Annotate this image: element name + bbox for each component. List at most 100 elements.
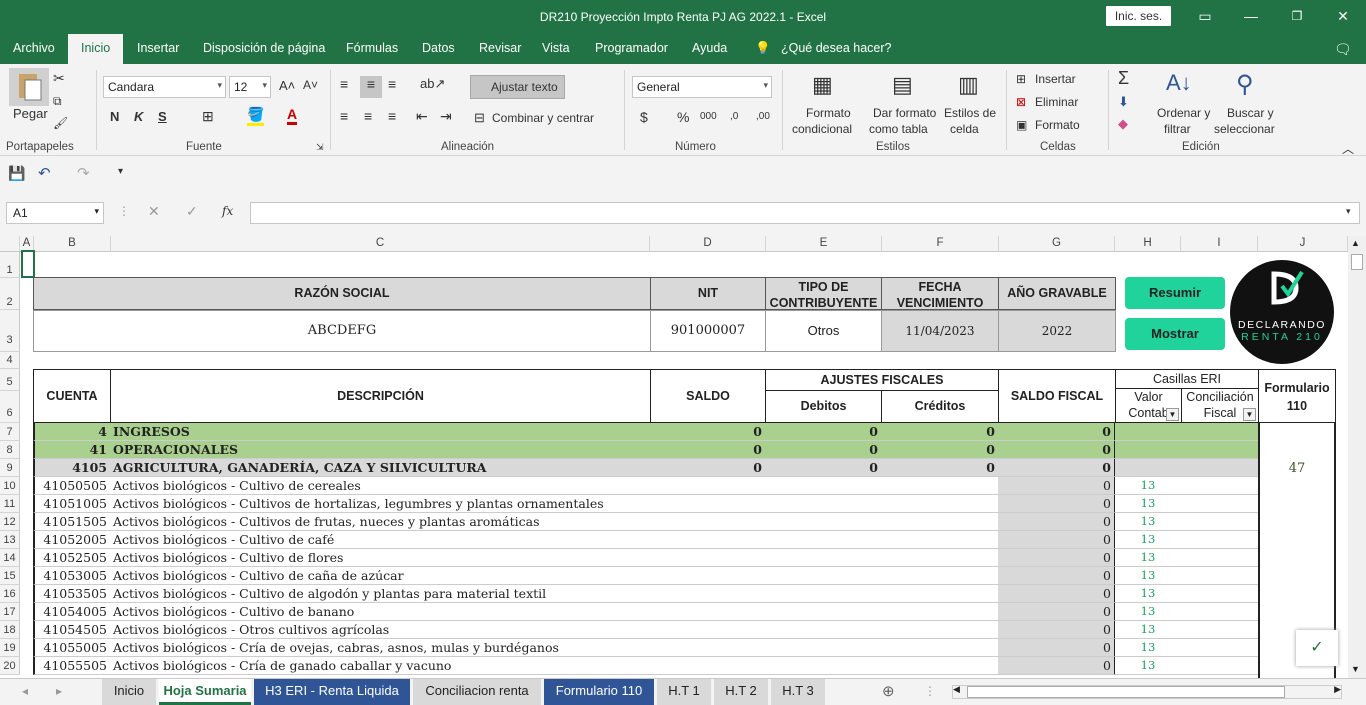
italic-button[interactable]: K (134, 109, 143, 124)
cell-sc[interactable] (650, 477, 766, 495)
scroll-down-icon[interactable]: ▼ (1351, 664, 1360, 674)
formula-input[interactable] (250, 202, 1360, 224)
decrease-decimal-icon[interactable]: ,00 (756, 111, 770, 122)
fill-color-icon[interactable]: 🪣 (247, 106, 265, 126)
row-header[interactable]: 16 (0, 585, 20, 603)
resumir-button[interactable]: Resumir (1125, 277, 1225, 309)
cell-h[interactable]: 13 (1115, 657, 1182, 675)
grow-font-icon[interactable]: A˄ (279, 78, 295, 93)
insert-function-icon[interactable]: fx (222, 204, 233, 218)
cell-cuenta[interactable]: 41054505 (33, 621, 111, 639)
cell-deb[interactable] (765, 567, 882, 585)
cell-cuenta[interactable]: 41053005 (33, 567, 111, 585)
cell-i[interactable] (1181, 441, 1259, 459)
find-label-1[interactable]: Buscar y (1227, 106, 1274, 120)
format-table-label-2[interactable]: como tabla (869, 122, 928, 136)
cell-desc[interactable]: Activos biológicos - Cultivo de algodón … (110, 585, 651, 603)
row-header[interactable]: 11 (0, 495, 20, 513)
cell-sf[interactable]: 0 (998, 441, 1116, 459)
sheet-tab[interactable]: Conciliacion renta (413, 679, 541, 705)
cell-sf[interactable]: 0 (998, 423, 1116, 441)
cell-h[interactable]: 13 (1115, 567, 1182, 585)
cell-sf[interactable]: 0 (998, 639, 1116, 657)
cell-cred[interactable] (881, 477, 999, 495)
cell-cuenta[interactable]: 41052505 (33, 549, 111, 567)
cell-cuenta[interactable]: 41052005 (33, 531, 111, 549)
cell-i[interactable] (1181, 495, 1259, 513)
cell-sc[interactable] (650, 657, 766, 675)
worksheet-grid[interactable]: A B C D E F G H I J 1 2 3 4 5 6 7 8 9 10… (0, 236, 1348, 678)
cell-sc[interactable]: 0 (650, 441, 766, 459)
cell-cuenta[interactable]: 41050505 (33, 477, 111, 495)
scroll-right-icon[interactable]: ▶ (1334, 684, 1341, 695)
row-header[interactable]: 10 (0, 477, 20, 495)
tab-programador[interactable]: Programador (595, 41, 668, 55)
cell-sf[interactable]: 0 (998, 495, 1116, 513)
conditional-format-label-2[interactable]: condicional (792, 122, 852, 136)
cell-i[interactable] (1181, 621, 1259, 639)
shrink-font-icon[interactable]: A˅ (303, 78, 318, 92)
vertical-scroll-thumb[interactable] (1351, 254, 1363, 270)
row-header[interactable]: 19 (0, 639, 20, 657)
cell-cred[interactable]: 0 (881, 441, 999, 459)
cell-desc[interactable]: Activos biológicos - Cría de ganado caba… (110, 657, 651, 675)
add-sheet-icon[interactable]: ⊕ (882, 682, 895, 700)
column-header[interactable]: I (1181, 236, 1258, 252)
tab-formulas[interactable]: Fórmulas (346, 41, 398, 55)
cell-cred[interactable] (881, 585, 999, 603)
tab-revisar[interactable]: Revisar (479, 41, 521, 55)
formulario-value[interactable]: 47 (1258, 461, 1336, 476)
cell-desc[interactable]: Activos biológicos - Cultivos de frutas,… (110, 513, 651, 531)
column-header[interactable]: E (766, 236, 882, 252)
fecha-value[interactable]: 11/04/2023 (881, 310, 999, 352)
nit-value[interactable]: 901000007 (650, 310, 766, 352)
cell-h[interactable]: 13 (1115, 639, 1182, 657)
align-right-icon[interactable]: ≡ (388, 108, 396, 124)
cell-sc[interactable] (650, 603, 766, 621)
cell-cuenta[interactable]: 41055005 (33, 639, 111, 657)
find-select-icon[interactable]: ⚲ (1236, 70, 1254, 99)
cell-h[interactable] (1115, 441, 1182, 459)
tab-split-icon[interactable]: ⋮ (924, 684, 936, 698)
cell-sc[interactable] (650, 549, 766, 567)
cell-i[interactable] (1181, 549, 1259, 567)
row-header[interactable]: 18 (0, 621, 20, 639)
sort-label-2[interactable]: filtrar (1164, 122, 1191, 136)
row-header[interactable]: 9 (0, 459, 20, 477)
filter-dropdown-icon[interactable]: ▼ (1166, 408, 1179, 421)
comments-icon[interactable]: 🗨 (1334, 41, 1352, 58)
expand-formula-icon[interactable]: ▾ (1346, 206, 1351, 217)
cell-deb[interactable] (765, 513, 882, 531)
comma-style-icon[interactable]: 000 (700, 111, 717, 122)
cell-sc[interactable]: 0 (650, 459, 766, 477)
cell-sf[interactable]: 0 (998, 549, 1116, 567)
cell-cred[interactable]: 0 (881, 423, 999, 441)
cell-cred[interactable] (881, 549, 999, 567)
insert-cells-button[interactable]: Insertar (1035, 72, 1076, 86)
column-header[interactable]: C (111, 236, 650, 252)
cell-deb[interactable] (765, 621, 882, 639)
tab-ayuda[interactable]: Ayuda (692, 41, 727, 55)
align-top-icon[interactable]: ≡ (340, 76, 348, 92)
row-header[interactable]: 2 (0, 278, 20, 310)
column-header[interactable]: H (1115, 236, 1181, 252)
row-header[interactable]: 3 (0, 310, 20, 352)
sort-label-1[interactable]: Ordenar y (1157, 106, 1210, 120)
column-header[interactable]: F (882, 236, 999, 252)
row-header[interactable]: 8 (0, 441, 20, 459)
cell-desc[interactable]: OPERACIONALES (110, 441, 651, 459)
row-header[interactable]: 5 (0, 369, 20, 391)
row-header[interactable]: 6 (0, 391, 20, 423)
format-painter-icon[interactable]: 🖌 (53, 116, 68, 130)
find-label-2[interactable]: seleccionar (1214, 122, 1275, 136)
cell-desc[interactable]: Activos biológicos - Cría de ovejas, cab… (110, 639, 651, 657)
conditional-format-label-1[interactable]: Formato (806, 106, 851, 120)
cell-h[interactable]: 13 (1115, 531, 1182, 549)
scroll-left-icon[interactable]: ◀ (953, 684, 960, 695)
cell-sc[interactable] (650, 585, 766, 603)
cell-deb[interactable] (765, 585, 882, 603)
next-sheet-icon[interactable]: ▸ (56, 684, 62, 698)
cell-cuenta[interactable]: 41055505 (33, 657, 111, 675)
cell-sf[interactable]: 0 (998, 459, 1116, 477)
row-header[interactable]: 1 (0, 252, 20, 278)
